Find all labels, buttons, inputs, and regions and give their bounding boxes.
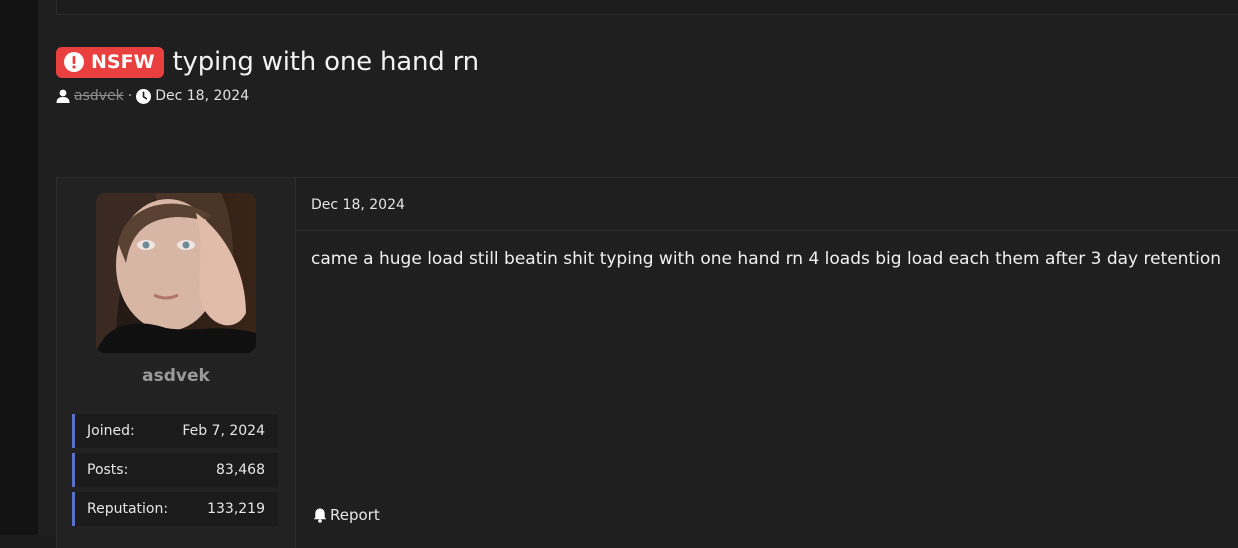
nsfw-badge-label: NSFW [91,51,155,73]
thread-title: typing with one hand rn [172,47,480,77]
stat-joined: Joined: Feb 7, 2024 [72,414,278,448]
left-rail [0,0,38,535]
thread-title-row: NSFW typing with one hand rn [56,46,479,78]
thread-author-link[interactable]: asdvek [74,88,124,104]
stat-posts: Posts: 83,468 [72,453,278,487]
post-divider [296,230,1238,231]
post-body: came a huge load still beatin shit typin… [311,249,1222,269]
post-user-panel: asdvek Joined: Feb 7, 2024 Posts: 83,468… [57,178,296,548]
report-button[interactable]: Report [313,506,380,524]
previous-section [56,0,1238,15]
avatar[interactable] [96,193,256,353]
stat-value: Feb 7, 2024 [182,423,265,439]
clock-icon [136,88,152,104]
post-date[interactable]: Dec 18, 2024 [311,197,405,213]
meta-separator: · [127,88,133,104]
nsfw-badge[interactable]: NSFW [56,46,164,78]
stat-reputation: Reputation: 133,219 [72,492,278,526]
report-label: Report [330,506,380,524]
user-icon [56,89,70,103]
post: asdvek Joined: Feb 7, 2024 Posts: 83,468… [56,177,1238,548]
stat-label: Reputation: [87,501,169,517]
post-main: Dec 18, 2024 came a huge load still beat… [296,178,1238,548]
thread-date[interactable]: Dec 18, 2024 [155,88,249,104]
thread-page: NSFW typing with one hand rn asdvek · De… [38,0,1238,548]
stat-label: Joined: [87,423,135,439]
stat-value: 83,468 [216,462,265,478]
alert-circle-icon [64,52,84,72]
stat-value: 133,219 [207,501,265,517]
thread-meta: asdvek · Dec 18, 2024 [56,86,249,106]
username[interactable]: asdvek [57,366,295,386]
stat-label: Posts: [87,462,129,478]
bell-icon [313,508,327,523]
